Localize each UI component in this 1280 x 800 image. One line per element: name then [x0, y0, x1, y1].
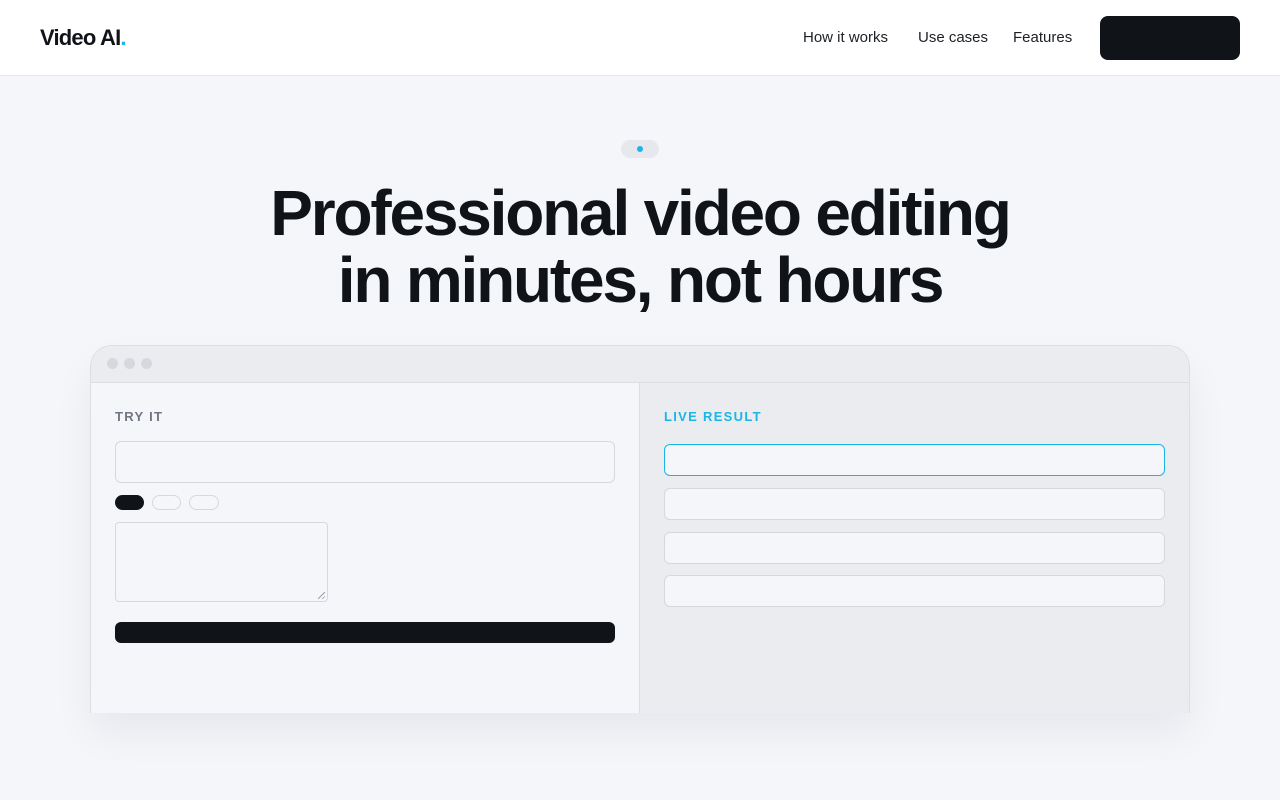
- logo[interactable]: Video AI.: [40, 24, 127, 52]
- nav-link-features[interactable]: Features: [1013, 27, 1072, 49]
- window-titlebar: [91, 346, 1189, 383]
- window-dot-icon: [141, 358, 152, 369]
- nav-link-use-cases[interactable]: Use cases: [918, 27, 988, 49]
- resize-handle-icon[interactable]: [318, 592, 325, 599]
- live-result-label: LIVE RESULT: [664, 409, 762, 424]
- headline-line-1: Professional video editing: [270, 177, 1012, 249]
- details-textarea[interactable]: [115, 522, 328, 602]
- result-row[interactable]: [664, 488, 1165, 520]
- submit-button[interactable]: [115, 622, 615, 643]
- result-row[interactable]: [664, 532, 1165, 564]
- option-chip-1[interactable]: [115, 495, 144, 510]
- logo-dot: .: [120, 25, 126, 50]
- prompt-input[interactable]: [115, 441, 615, 483]
- cta-button[interactable]: [1100, 16, 1240, 60]
- option-chip-3[interactable]: [189, 495, 219, 510]
- hero-headline: Professional video editing in minutes, n…: [0, 180, 1280, 314]
- site-header: Video AI. How it works Use cases Feature…: [0, 0, 1280, 76]
- option-chip-2[interactable]: [152, 495, 181, 510]
- window-dot-icon: [124, 358, 135, 369]
- hero-badge: [621, 140, 659, 158]
- status-dot-icon: [637, 146, 643, 152]
- result-row[interactable]: [664, 444, 1165, 476]
- demo-window: TRY IT LIVE RESULT: [90, 345, 1190, 713]
- try-it-pane: TRY IT: [91, 383, 640, 713]
- nav-link-how-it-works[interactable]: How it works: [803, 27, 888, 49]
- try-it-label: TRY IT: [115, 409, 164, 424]
- result-row[interactable]: [664, 575, 1165, 607]
- headline-line-2: in minutes, not hours: [337, 244, 945, 316]
- live-result-pane: LIVE RESULT: [640, 383, 1189, 713]
- logo-text: Video AI: [40, 25, 121, 50]
- window-dot-icon: [107, 358, 118, 369]
